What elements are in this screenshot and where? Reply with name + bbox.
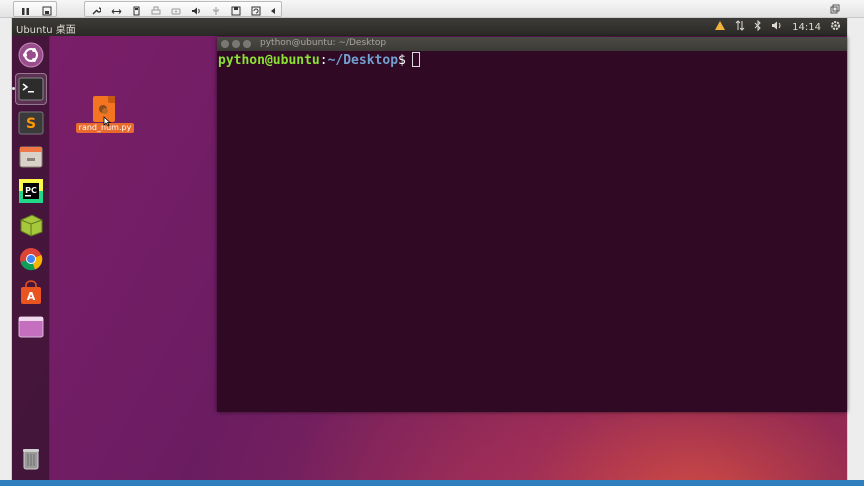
vm-toolbar xyxy=(0,0,864,18)
files-launcher[interactable] xyxy=(15,141,47,173)
top-panel: Ubuntu 桌面 14:14 xyxy=(12,18,847,36)
maximize-button[interactable] xyxy=(243,40,251,48)
terminal-launcher[interactable] xyxy=(12,73,47,105)
trash-launcher[interactable] xyxy=(15,442,47,474)
workspaces-launcher[interactable] xyxy=(15,311,47,343)
wrench-icon[interactable] xyxy=(87,4,105,18)
resize-icon[interactable] xyxy=(107,4,125,18)
sublime-text-icon: S xyxy=(18,111,44,135)
clock-label[interactable]: 14:14 xyxy=(792,22,821,33)
files-cabinet-icon xyxy=(19,146,43,168)
refresh-icon[interactable] xyxy=(247,4,265,18)
prompt-dollar: $ xyxy=(398,53,406,68)
books-icon xyxy=(20,214,43,237)
snapshot-icon[interactable] xyxy=(38,4,56,18)
desktop-file-icon[interactable]: rand_num.py xyxy=(76,96,134,138)
workspaces-icon xyxy=(18,316,44,338)
disk-icon[interactable] xyxy=(167,4,185,18)
vm-control-group xyxy=(13,1,57,17)
books-launcher[interactable] xyxy=(15,209,47,241)
minimize-button[interactable] xyxy=(232,40,240,48)
svg-text:PC: PC xyxy=(25,186,37,195)
close-button[interactable] xyxy=(221,40,229,48)
terminal-icon xyxy=(18,77,44,101)
terminal-output[interactable]: python@ubuntu:~/Desktop$ xyxy=(218,51,420,71)
restore-window-icon[interactable] xyxy=(826,2,844,16)
indicator-area: 14:14 xyxy=(714,19,841,34)
prompt-user: python@ubuntu xyxy=(218,53,320,68)
network-icon[interactable] xyxy=(735,20,745,34)
plug-icon[interactable] xyxy=(207,4,225,18)
prompt-path: ~/Desktop xyxy=(327,53,399,68)
software-center-launcher[interactable]: A xyxy=(15,277,47,309)
launcher: S PC A xyxy=(12,36,50,480)
svg-text:A: A xyxy=(27,290,36,303)
trash-icon xyxy=(23,449,39,470)
prompt-colon: : xyxy=(319,53,328,68)
terminal-title: python@ubuntu: ~/Desktop xyxy=(260,38,387,48)
chrome-icon xyxy=(20,248,43,271)
host-left-border xyxy=(0,18,12,480)
mouse-pointer-icon xyxy=(103,116,111,127)
volume-icon[interactable] xyxy=(771,20,783,34)
notification-icon[interactable] xyxy=(714,20,726,34)
printer-icon[interactable] xyxy=(147,4,165,18)
terminal-titlebar[interactable]: python@ubuntu: ~/Desktop xyxy=(217,37,847,51)
dash-home-button[interactable] xyxy=(15,39,47,71)
pycharm-icon: PC xyxy=(19,179,43,203)
collapse-icon[interactable] xyxy=(267,4,279,18)
chrome-launcher[interactable] xyxy=(15,243,47,275)
gear-icon[interactable] xyxy=(830,20,841,34)
host-taskbar-strip xyxy=(0,480,864,486)
shopping-bag-icon: A xyxy=(21,280,41,304)
sound-icon[interactable] xyxy=(187,4,205,18)
save-icon[interactable] xyxy=(227,4,245,18)
bluetooth-icon[interactable] xyxy=(754,19,762,34)
running-indicator xyxy=(12,87,15,90)
pycharm-launcher[interactable]: PC xyxy=(15,175,47,207)
vm-device-group xyxy=(84,1,282,17)
pause-icon[interactable] xyxy=(16,4,34,18)
ubuntu-logo-icon xyxy=(18,42,44,68)
terminal-window[interactable]: python@ubuntu: ~/Desktop python@ubuntu:~… xyxy=(217,37,847,412)
sublime-text-launcher[interactable]: S xyxy=(15,107,47,139)
usb-icon[interactable] xyxy=(127,4,145,18)
host-right-border xyxy=(847,18,864,486)
panel-title: Ubuntu 桌面 xyxy=(16,25,76,36)
svg-text:S: S xyxy=(26,116,36,132)
text-cursor xyxy=(411,52,420,67)
